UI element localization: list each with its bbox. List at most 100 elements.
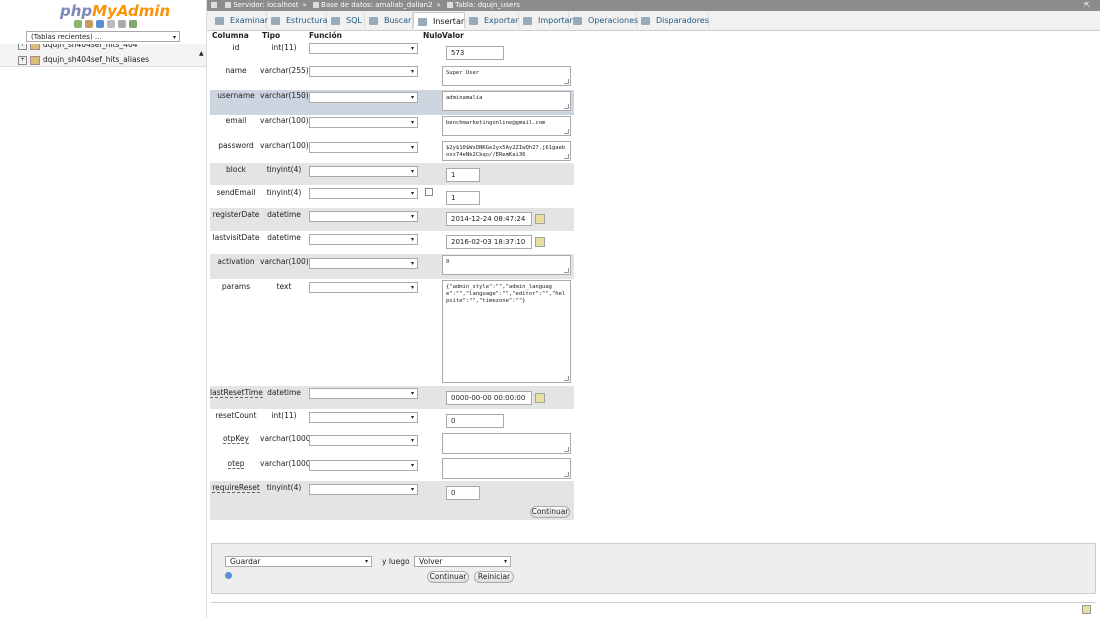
docs-icon[interactable]: [107, 20, 115, 28]
navigation-sidebar: phpMyAdmin (Tablas recientes) ... ▾ + dquj…: [0, 0, 207, 618]
logout-icon[interactable]: [85, 20, 93, 28]
function-select[interactable]: [309, 166, 418, 177]
value-input[interactable]: 0: [446, 414, 504, 428]
function-select[interactable]: [309, 388, 418, 399]
value-textarea[interactable]: [442, 458, 571, 479]
value-input[interactable]: 0: [446, 486, 480, 500]
function-select[interactable]: [309, 234, 418, 245]
field-row-params: params text {"admin_style":"","admin_lan…: [210, 279, 574, 385]
calendar-icon[interactable]: [535, 214, 545, 224]
value-textarea[interactable]: benchmarketingonline@gmail.com: [442, 116, 571, 136]
breadcrumb-server[interactable]: Servidor: localhost: [233, 1, 298, 9]
continue-button[interactable]: Continuar: [530, 506, 570, 518]
function-select[interactable]: [309, 188, 418, 199]
field-row-lastvisitdate: lastvisitDate datetime 2016-02-03 18:37:…: [210, 231, 574, 254]
function-select[interactable]: [309, 435, 418, 446]
function-select[interactable]: [309, 43, 418, 54]
value-textarea[interactable]: $2y$10$WsDNKGe2yx5Ay2ZIwQh27.j61gaeboxx7…: [442, 141, 571, 161]
field-type: varchar(255): [260, 66, 309, 75]
collapse-icon[interactable]: ⇱: [1084, 0, 1090, 11]
breadcrumb-database[interactable]: Base de datos: amaliab_dalian2: [321, 1, 433, 9]
field-name: resetCount: [215, 411, 257, 420]
form-footer: Continuar: [210, 504, 574, 520]
field-type: int(11): [271, 43, 297, 52]
help-icon[interactable]: [96, 20, 104, 28]
field-name: id: [232, 43, 240, 52]
tab-triggers[interactable]: Disparadores: [637, 12, 709, 29]
tab-import[interactable]: Importar: [519, 12, 573, 29]
tab-insert[interactable]: Insertar: [413, 12, 465, 29]
reset-button[interactable]: Reiniciar: [474, 571, 514, 583]
breadcrumb: Servidor: localhost» Base de datos: amal…: [207, 0, 1100, 11]
value-input[interactable]: 1: [446, 191, 480, 205]
console-icon[interactable]: [1082, 605, 1091, 614]
function-select[interactable]: [309, 484, 418, 495]
tab-search[interactable]: Buscar: [365, 12, 413, 29]
field-row-block: block tinyint(4) 1: [210, 163, 574, 185]
then-label: y luego: [382, 557, 410, 566]
expand-icon[interactable]: +: [18, 55, 27, 65]
field-type: int(11): [271, 411, 297, 420]
value-textarea[interactable]: {"admin_style":"","admin_language":"","l…: [442, 280, 571, 383]
value-input[interactable]: 0000-00-00 00:00:00: [446, 391, 532, 405]
null-checkbox[interactable]: [425, 188, 433, 196]
settings-icon[interactable]: [118, 20, 126, 28]
function-select[interactable]: [309, 211, 418, 222]
browse-icon: [215, 16, 224, 25]
calendar-icon[interactable]: [535, 393, 545, 403]
field-name: sendEmail: [216, 188, 256, 197]
continue-button[interactable]: Continuar: [427, 571, 469, 583]
function-select[interactable]: [309, 282, 418, 293]
field-row-lastresettime: lastResetTime datetime 0000-00-00 00:00:…: [210, 386, 574, 409]
value-input[interactable]: 2014-12-24 08:47:24: [446, 212, 532, 226]
function-select[interactable]: [309, 117, 418, 128]
value-textarea[interactable]: [442, 433, 571, 454]
triggers-icon: [641, 16, 650, 25]
value-textarea[interactable]: Super User: [442, 66, 571, 86]
function-select[interactable]: [309, 92, 418, 103]
function-select[interactable]: [309, 66, 418, 77]
expand-icon[interactable]: +: [18, 44, 27, 50]
menu-icon[interactable]: [211, 2, 217, 8]
sidebar-toolbar: [74, 20, 137, 28]
help-icon[interactable]: [225, 572, 232, 579]
reload-icon[interactable]: [129, 20, 137, 28]
value-textarea[interactable]: 0: [442, 255, 571, 275]
header-function: Función: [309, 31, 342, 40]
field-row-otep: otep varchar(1000): [210, 457, 574, 481]
recent-tables-select[interactable]: (Tablas recientes) ... ▾: [26, 31, 180, 42]
function-select[interactable]: [309, 142, 418, 153]
field-row-id: id int(11) 573: [210, 40, 574, 65]
home-icon[interactable]: [74, 20, 82, 28]
field-name: username: [217, 91, 255, 100]
calendar-icon[interactable]: [535, 237, 545, 247]
scroll-up-icon[interactable]: ▲: [199, 50, 204, 57]
field-type: varchar(150): [260, 91, 309, 100]
insert-action-panel: Guardar y luego Volver Continuar Reinici…: [211, 543, 1096, 594]
value-input[interactable]: 573: [446, 46, 504, 60]
function-select[interactable]: [309, 412, 418, 423]
field-row-name: name varchar(255) Super User: [210, 65, 574, 90]
value-textarea[interactable]: adminamalia: [442, 91, 571, 111]
then-select[interactable]: Volver: [414, 556, 511, 567]
field-name: email: [225, 116, 247, 125]
field-row-password: password varchar(100) $2y$10$WsDNKGe2yx5…: [210, 140, 574, 165]
function-select[interactable]: [309, 258, 418, 269]
action-select[interactable]: Guardar: [225, 556, 372, 567]
field-name: otep: [227, 459, 245, 469]
function-select[interactable]: [309, 460, 418, 471]
tree-item-hits-aliases[interactable]: + dqujn_sh404sef_hits_aliases: [18, 55, 149, 65]
field-row-username: username varchar(150) adminamalia: [210, 90, 574, 115]
value-input[interactable]: 2016-02-03 18:37:10: [446, 235, 532, 249]
tree-item-hits-404[interactable]: + dqujn_sh404sef_hits_404: [18, 44, 138, 50]
breadcrumb-table[interactable]: Tabla: dqujn_users: [455, 1, 520, 9]
header-column: Columna: [212, 31, 249, 40]
tab-sql[interactable]: SQL: [327, 12, 365, 29]
tab-operations[interactable]: Operaciones: [569, 12, 638, 29]
tab-structure[interactable]: Estructura: [267, 12, 328, 29]
export-icon: [469, 16, 478, 25]
value-input[interactable]: 1: [446, 168, 480, 182]
tab-export[interactable]: Exportar: [465, 12, 519, 29]
phpmyadmin-logo[interactable]: phpMyAdmin: [60, 2, 170, 20]
tab-browse[interactable]: Examinar: [211, 12, 268, 29]
